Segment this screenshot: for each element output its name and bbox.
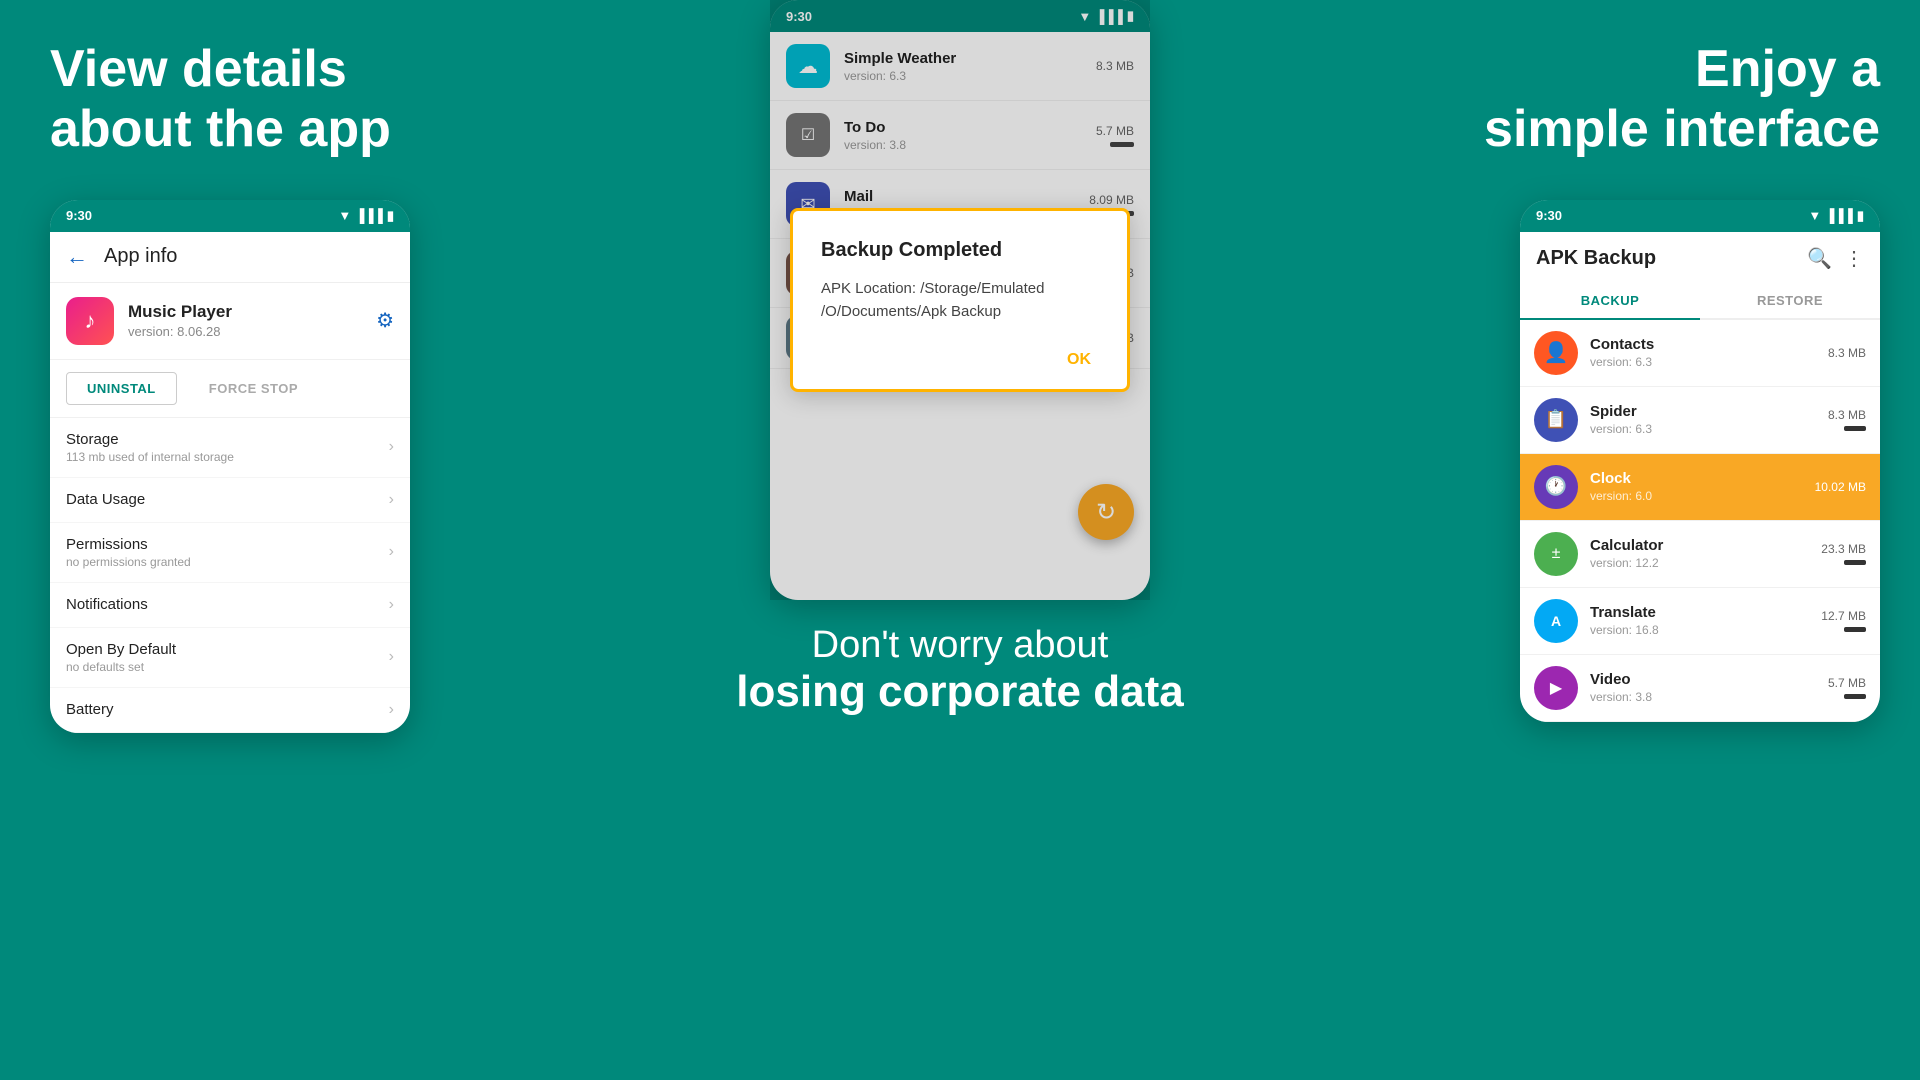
list-item[interactable]: A Translate version: 16.8 12.7 MB [1520,588,1880,655]
app-info-title: App info [104,245,177,268]
signal-icon: ▐▐▐ [1825,208,1853,223]
app-icon-calculator: ± [1534,532,1578,576]
chevron-icon: › [389,438,394,456]
search-icon[interactable]: 🔍 [1807,246,1832,271]
app-name-block: Music Player version: 8.06.28 [128,302,362,339]
right-panel: Enjoy a simple interface 9:30 ▼ ▐▐▐ ▮ AP… [1440,0,1920,1080]
settings-item-permissions[interactable]: Permissions no permissions granted › [50,523,410,583]
right-header-icons: 🔍 ⋮ [1807,246,1864,271]
left-panel: View details about the app 9:30 ▼ ▐▐▐ ▮ … [0,0,480,1080]
size-bar [1844,627,1866,632]
app-name: Music Player [128,302,362,322]
settings-item-storage[interactable]: Storage 113 mb used of internal storage … [50,418,410,478]
wifi-icon: ▼ [1808,208,1821,223]
uninstall-button[interactable]: UNINSTAL [66,372,177,405]
size-bar [1844,560,1866,565]
chevron-icon: › [389,596,394,614]
dialog-body: APK Location: /Storage/Emulated /O/Docum… [821,278,1099,323]
right-tagline-line2: simple interface [1484,100,1880,158]
left-phone-mockup: 9:30 ▼ ▐▐▐ ▮ ← App info ♪ Music Player v… [50,200,410,733]
backup-complete-dialog: Backup Completed APK Location: /Storage/… [790,208,1130,392]
settings-gear-icon[interactable]: ⚙ [376,308,394,333]
center-bottom-text: Don't worry about losing corporate data [736,624,1183,717]
app-icon-clock: 🕐 [1534,465,1578,509]
right-status-icons: ▼ ▐▐▐ ▮ [1808,208,1864,224]
chevron-icon: › [389,648,394,666]
dialog-ok-button[interactable]: OK [1059,347,1099,373]
chevron-icon: › [389,491,394,509]
tabs-row: BACKUP RESTORE [1520,283,1880,320]
size-bar [1844,694,1866,699]
list-item[interactable]: 👤 Contacts version: 6.3 8.3 MB [1520,320,1880,387]
center-panel: 9:30 ▼ ▐▐▐ ▮ ☁ Simple Weather version: 6… [480,0,1440,1080]
right-status-bar: 9:30 ▼ ▐▐▐ ▮ [1520,200,1880,232]
left-status-bar: 9:30 ▼ ▐▐▐ ▮ [50,200,410,232]
left-tagline-line2: about the app [50,100,391,158]
more-options-icon[interactable]: ⋮ [1844,246,1864,271]
right-tagline-line1: Enjoy a [1695,40,1880,98]
app-icon-translate: A [1534,599,1578,643]
list-item[interactable]: ± Calculator version: 12.2 23.3 MB [1520,521,1880,588]
list-item[interactable]: 📋 Spider version: 6.3 8.3 MB [1520,387,1880,454]
left-status-icons: ▼ ▐▐▐ ▮ [338,208,394,224]
dialog-title: Backup Completed [821,239,1099,262]
tab-backup[interactable]: BACKUP [1520,283,1700,320]
apk-backup-title: APK Backup [1536,247,1656,270]
settings-list: Storage 113 mb used of internal storage … [50,418,410,733]
bottom-line1: Don't worry about [736,624,1183,667]
action-buttons: UNINSTAL FORCE STOP [50,360,410,418]
signal-icon: ▐▐▐ [355,208,383,223]
settings-item-open-by-default[interactable]: Open By Default no defaults set › [50,628,410,688]
app-version: version: 8.06.28 [128,324,362,339]
settings-item-notifications[interactable]: Notifications › [50,583,410,628]
list-item[interactable]: ▶ Video version: 3.8 5.7 MB [1520,655,1880,722]
dialog-overlay: Backup Completed APK Location: /Storage/… [770,0,1150,600]
right-tagline: Enjoy a simple interface [1484,40,1880,160]
app-icon-spider: 📋 [1534,398,1578,442]
tab-restore[interactable]: RESTORE [1700,283,1880,318]
app-icon-video: ▶ [1534,666,1578,710]
dialog-actions: OK [821,347,1099,373]
left-tagline: View details about the app [50,40,391,160]
battery-icon: ▮ [1857,208,1864,224]
wifi-icon: ▼ [338,208,351,223]
settings-item-data-usage[interactable]: Data Usage › [50,478,410,523]
bottom-line2: losing corporate data [736,667,1183,717]
left-status-time: 9:30 [66,208,92,223]
right-phone-mockup: 9:30 ▼ ▐▐▐ ▮ APK Backup 🔍 ⋮ BACKUP RESTO… [1520,200,1880,722]
center-phone-wrap: 9:30 ▼ ▐▐▐ ▮ ☁ Simple Weather version: 6… [770,0,1150,600]
battery-icon: ▮ [387,208,394,224]
size-bar [1844,426,1866,431]
settings-item-battery[interactable]: Battery › [50,688,410,733]
app-icon-contacts: 👤 [1534,331,1578,375]
right-phone-header: APK Backup 🔍 ⋮ [1520,232,1880,275]
force-stop-button[interactable]: FORCE STOP [189,372,318,405]
music-player-icon: ♪ [66,297,114,345]
left-phone-header: ← App info [50,232,410,283]
list-item-clock[interactable]: 🕐 Clock version: 6.0 10.02 MB [1520,454,1880,521]
back-arrow-icon[interactable]: ← [66,244,88,270]
left-tagline-line1: View details [50,40,347,98]
right-status-time: 9:30 [1536,208,1562,223]
app-info-row: ♪ Music Player version: 8.06.28 ⚙ [50,283,410,360]
chevron-icon: › [389,701,394,719]
chevron-icon: › [389,543,394,561]
